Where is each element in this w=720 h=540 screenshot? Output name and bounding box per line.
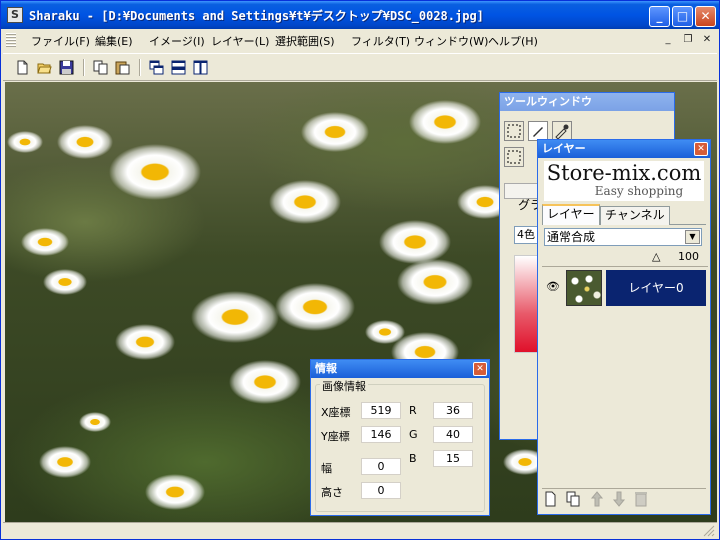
minimize-button[interactable]: _ — [649, 6, 670, 27]
daisy-flower — [269, 180, 341, 224]
menu-selection[interactable]: 選択範囲(S) — [275, 33, 335, 49]
width-label: 幅 — [321, 462, 332, 475]
info-palette-close-icon[interactable]: ✕ — [473, 362, 487, 376]
copy-icon[interactable] — [91, 58, 110, 77]
layer-thumbnail[interactable] — [566, 270, 602, 306]
window-title: Sharaku - [D:¥Documents and Settings¥t¥デ… — [29, 9, 484, 23]
info-palette: 情報 ✕ 画像情報 X座標 519 Y座標 146 幅 0 高さ 0 R 36 … — [310, 359, 490, 516]
menu-image[interactable]: イメージ(I) — [149, 33, 205, 49]
main-window: S Sharaku - [D:¥Documents and Settings¥t… — [0, 0, 720, 540]
menu-edit[interactable]: 編集(E) — [95, 33, 133, 49]
pen-tool-icon[interactable] — [528, 121, 548, 141]
menu-window[interactable]: ウィンドウ(W) — [414, 33, 488, 49]
eyedropper-tool-icon[interactable] — [552, 121, 572, 141]
menu-help[interactable]: ヘルプ(H) — [488, 33, 538, 49]
y-coord-value: 146 — [361, 426, 401, 443]
menu-file[interactable]: ファイル(F) — [31, 33, 90, 49]
r-value: 36 — [433, 402, 473, 419]
paste-icon[interactable] — [113, 58, 132, 77]
tab-channel[interactable]: チャンネル — [600, 206, 670, 225]
daisy-flower — [379, 220, 451, 264]
x-coord-value: 519 — [361, 402, 401, 419]
mdi-minimize-icon[interactable]: _ — [661, 33, 675, 47]
height-value: 0 — [361, 482, 401, 499]
daisy-flower — [409, 100, 481, 144]
blend-mode-select[interactable]: 通常合成 ▼ — [544, 228, 702, 246]
daisy-flower — [301, 111, 369, 153]
title-bar[interactable]: S Sharaku - [D:¥Documents and Settings¥t… — [1, 1, 719, 29]
merge-down-icon[interactable] — [610, 490, 628, 508]
b-value: 15 — [433, 450, 473, 467]
new-file-icon[interactable] — [13, 58, 32, 77]
tile-vertical-icon[interactable] — [191, 58, 210, 77]
daisy-flower — [145, 474, 205, 510]
tile-horizontal-icon[interactable] — [169, 58, 188, 77]
mdi-close-icon[interactable]: ✕ — [700, 33, 714, 47]
ad-banner[interactable]: Store-mix.com Easy shopping — [544, 161, 704, 201]
menu-grip-icon[interactable] — [6, 33, 16, 47]
daisy-flower — [365, 320, 405, 344]
daisy-flower — [79, 412, 111, 432]
menu-layer[interactable]: レイヤー(L) — [211, 33, 269, 49]
menu-filter[interactable]: フィルタ(T) — [351, 33, 410, 49]
layer-palette: レイヤー ✕ Store-mix.com Easy shopping レイヤー … — [537, 139, 711, 515]
g-value: 40 — [433, 426, 473, 443]
close-button[interactable]: ✕ — [695, 6, 716, 27]
open-folder-icon[interactable] — [35, 58, 54, 77]
blend-mode-value: 通常合成 — [547, 230, 596, 244]
menu-bar: ファイル(F) 編集(E) イメージ(I) レイヤー(L) 選択範囲(S) フィ… — [3, 30, 717, 50]
daisy-flower — [7, 131, 43, 153]
trash-icon[interactable] — [632, 490, 650, 508]
cascade-windows-icon[interactable] — [147, 58, 166, 77]
daisy-flower — [229, 360, 301, 404]
daisy-flower — [191, 290, 279, 344]
toolbar — [3, 53, 717, 81]
app-icon[interactable]: S — [7, 7, 23, 23]
duplicate-layer-icon[interactable] — [564, 490, 582, 508]
status-bar — [3, 522, 717, 539]
image-info-label: 画像情報 — [320, 378, 368, 394]
r-label: R — [409, 404, 417, 417]
save-icon[interactable] — [57, 58, 76, 77]
height-label: 高さ — [321, 486, 343, 499]
merge-up-icon[interactable] — [588, 490, 606, 508]
tab-layer[interactable]: レイヤー — [542, 204, 600, 225]
info-palette-title[interactable]: 情報 — [311, 360, 489, 378]
daisy-flower — [397, 259, 473, 305]
layer-palette-title[interactable]: レイヤー — [538, 140, 710, 158]
layer-row[interactable]: 👁 レイヤー0 — [542, 270, 706, 308]
y-coord-label: Y座標 — [321, 430, 350, 443]
layer-palette-close-icon[interactable]: ✕ — [694, 142, 708, 156]
opacity-value[interactable]: 100 — [678, 250, 699, 263]
daisy-flower — [275, 283, 355, 331]
daisy-flower — [57, 125, 113, 159]
chevron-down-icon[interactable]: ▼ — [685, 230, 700, 244]
opacity-slider-thumb-icon[interactable]: △ — [652, 250, 660, 263]
mdi-restore-icon[interactable]: ❐ — [681, 33, 695, 47]
resize-grip-icon[interactable] — [703, 525, 715, 537]
rect-select-tool-icon[interactable] — [504, 121, 524, 141]
maximize-button[interactable]: □ — [672, 6, 693, 27]
g-label: G — [409, 428, 418, 441]
daisy-flower — [115, 324, 175, 360]
banner-tagline: Easy shopping — [594, 184, 684, 198]
daisy-flower — [43, 268, 87, 296]
daisy-flower — [39, 446, 91, 478]
tool-window-title[interactable]: ツールウィンドウ — [500, 93, 674, 111]
width-value: 0 — [361, 458, 401, 475]
b-label: B — [409, 452, 417, 465]
banner-brand: Store-mix.com — [546, 161, 702, 185]
daisy-flower — [21, 227, 69, 257]
lasso-tool-icon[interactable] — [504, 147, 524, 167]
gradient-preview[interactable] — [514, 255, 538, 353]
layer-name-selected[interactable]: レイヤー0 — [606, 270, 706, 306]
x-coord-label: X座標 — [321, 406, 351, 419]
daisy-flower — [109, 144, 201, 200]
eye-visibility-icon[interactable]: 👁 — [544, 280, 562, 296]
new-layer-icon[interactable] — [542, 490, 560, 508]
